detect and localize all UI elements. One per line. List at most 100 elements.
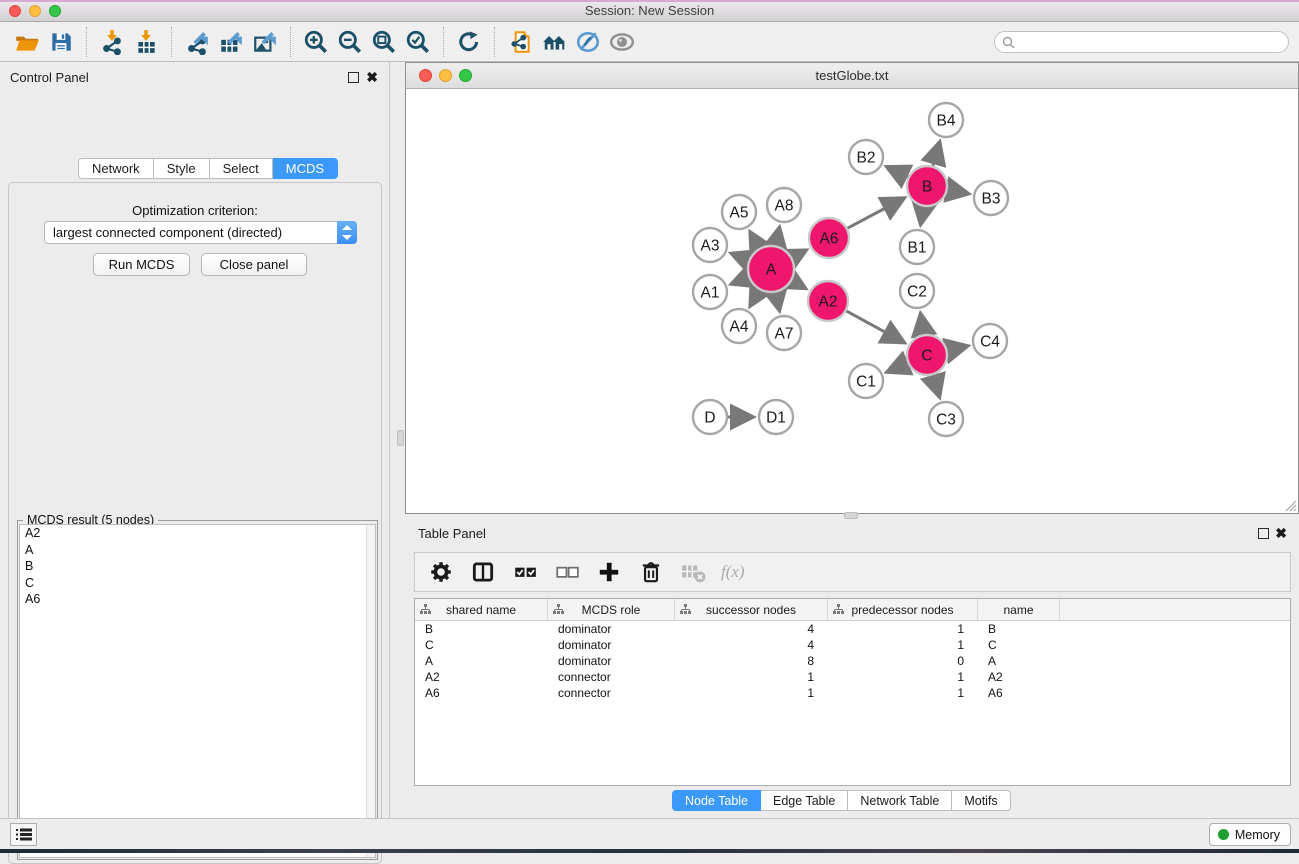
tab-style[interactable]: Style (154, 158, 210, 179)
graph-node-C4[interactable]: C4 (973, 324, 1007, 358)
tab-network[interactable]: Network (78, 158, 154, 179)
graph-node-A3[interactable]: A3 (693, 228, 727, 262)
table-cell[interactable]: A6 (415, 685, 548, 701)
delete-table-icon[interactable] (679, 557, 707, 587)
search-field[interactable] (994, 31, 1289, 53)
tab-motifs[interactable]: Motifs (952, 790, 1010, 811)
table-cell[interactable]: A2 (978, 669, 1060, 685)
tab-mcds[interactable]: MCDS (273, 158, 338, 179)
table-cell[interactable]: dominator (548, 637, 675, 653)
close-panel-icon[interactable]: ✖ (366, 69, 378, 86)
save-session-icon[interactable] (44, 27, 78, 57)
table-row[interactable]: Cdominator41C (415, 637, 1290, 653)
graph-node-B3[interactable]: B3 (974, 181, 1008, 215)
graph-edge[interactable] (889, 168, 911, 179)
import-network-icon[interactable] (95, 27, 129, 57)
task-history-button[interactable] (10, 823, 37, 846)
panel-splitter-horizontal[interactable] (844, 512, 858, 519)
graph-node-A2[interactable]: A2 (808, 281, 848, 321)
import-table-icon[interactable] (129, 27, 163, 57)
table-cell[interactable]: 1 (828, 621, 978, 637)
graph-edge[interactable] (932, 372, 939, 395)
table-cell[interactable]: 1 (675, 669, 828, 685)
graph-node-B4[interactable]: B4 (929, 103, 963, 137)
graph-node-C[interactable]: C (907, 335, 947, 375)
column-header-predecessor-nodes[interactable]: predecessor nodes (828, 599, 978, 620)
mcds-result-list[interactable]: A2ABCA6 (19, 524, 376, 858)
graph-edge[interactable] (945, 346, 966, 351)
graph-node-A4[interactable]: A4 (722, 309, 756, 343)
function-builder-icon[interactable]: f(x) (721, 562, 745, 582)
mcds-result-item[interactable]: A2 (20, 525, 375, 542)
table-cell[interactable]: 1 (828, 637, 978, 653)
tab-select[interactable]: Select (210, 158, 273, 179)
table-row[interactable]: A6connector11A6 (415, 685, 1290, 701)
refresh-icon[interactable] (452, 27, 486, 57)
column-header-name[interactable]: name (978, 599, 1060, 620)
table-cell[interactable]: 1 (675, 685, 828, 701)
tab-edge-table[interactable]: Edge Table (761, 790, 848, 811)
table-cell[interactable]: 4 (675, 621, 828, 637)
graph-node-D[interactable]: D (693, 400, 727, 434)
graph-node-B[interactable]: B (907, 166, 947, 206)
graph-node-B2[interactable]: B2 (849, 140, 883, 174)
graph-edge[interactable] (844, 310, 903, 342)
table-row[interactable]: A2connector11A2 (415, 669, 1290, 685)
table-cell[interactable]: 1 (828, 669, 978, 685)
mcds-result-item[interactable]: B (20, 558, 375, 575)
mcds-result-item[interactable]: A (20, 542, 375, 559)
tab-node-table[interactable]: Node Table (672, 790, 761, 811)
run-mcds-button[interactable]: Run MCDS (93, 253, 190, 276)
graph-node-C1[interactable]: C1 (849, 364, 883, 398)
export-network-icon[interactable] (180, 27, 214, 57)
graph-edge[interactable] (889, 362, 910, 371)
search-input[interactable] (1015, 33, 1288, 51)
deselect-all-icon[interactable] (553, 557, 581, 587)
graph-node-D1[interactable]: D1 (759, 400, 793, 434)
graph-node-A7[interactable]: A7 (767, 316, 801, 350)
table-float-panel-icon[interactable] (1258, 528, 1269, 539)
graph-node-A8[interactable]: A8 (767, 188, 801, 222)
zoom-fit-icon[interactable] (367, 27, 401, 57)
tab-network-table[interactable]: Network Table (848, 790, 952, 811)
mcds-result-item[interactable]: C (20, 575, 375, 592)
table-cell[interactable]: C (978, 637, 1060, 653)
panel-splitter-vertical[interactable] (397, 430, 404, 446)
float-panel-icon[interactable] (348, 72, 359, 83)
column-header-MCDS-role[interactable]: MCDS role (548, 599, 675, 620)
table-cell[interactable]: A (415, 653, 548, 669)
table-cell[interactable]: 1 (828, 685, 978, 701)
graph-node-B1[interactable]: B1 (900, 230, 934, 264)
graph-node-A[interactable]: A (748, 246, 794, 292)
open-session-icon[interactable] (10, 27, 44, 57)
table-cell[interactable]: connector (548, 669, 675, 685)
memory-button[interactable]: Memory (1209, 823, 1291, 846)
criterion-dropdown[interactable]: largest connected component (directed) (44, 221, 357, 244)
network-window-titlebar[interactable]: testGlobe.txt (406, 63, 1298, 89)
network-canvas-svg[interactable]: B4B2BB3A5A8A6A3B1AA1C2A2A4A7C4CC1DD1C3 (406, 89, 1298, 513)
graph-node-C3[interactable]: C3 (929, 402, 963, 436)
export-table-icon[interactable] (214, 27, 248, 57)
close-panel-button[interactable]: Close panel (201, 253, 307, 276)
copy-network-icon[interactable] (503, 27, 537, 57)
columns-icon[interactable] (469, 557, 497, 587)
table-cell[interactable]: dominator (548, 621, 675, 637)
graph-edge[interactable] (845, 199, 902, 230)
graph-edge[interactable] (945, 189, 967, 193)
mcds-list-scrollbar[interactable] (366, 525, 375, 857)
column-header-shared-name[interactable]: shared name (415, 599, 548, 620)
settings-icon[interactable] (427, 557, 455, 587)
graph-node-A5[interactable]: A5 (722, 195, 756, 229)
graph-edge[interactable] (921, 316, 924, 338)
table-cell[interactable]: 0 (828, 653, 978, 669)
table-cell[interactable]: B (978, 621, 1060, 637)
table-row[interactable]: Bdominator41B (415, 621, 1290, 637)
show-eye-icon[interactable] (605, 27, 639, 57)
graph-node-A6[interactable]: A6 (809, 218, 849, 258)
table-cell[interactable]: connector (548, 685, 675, 701)
table-row[interactable]: Adominator80A (415, 653, 1290, 669)
export-image-icon[interactable] (248, 27, 282, 57)
table-cell[interactable]: B (415, 621, 548, 637)
hide-labels-icon[interactable] (571, 27, 605, 57)
node-table[interactable]: shared nameMCDS rolesuccessor nodesprede… (414, 598, 1291, 786)
